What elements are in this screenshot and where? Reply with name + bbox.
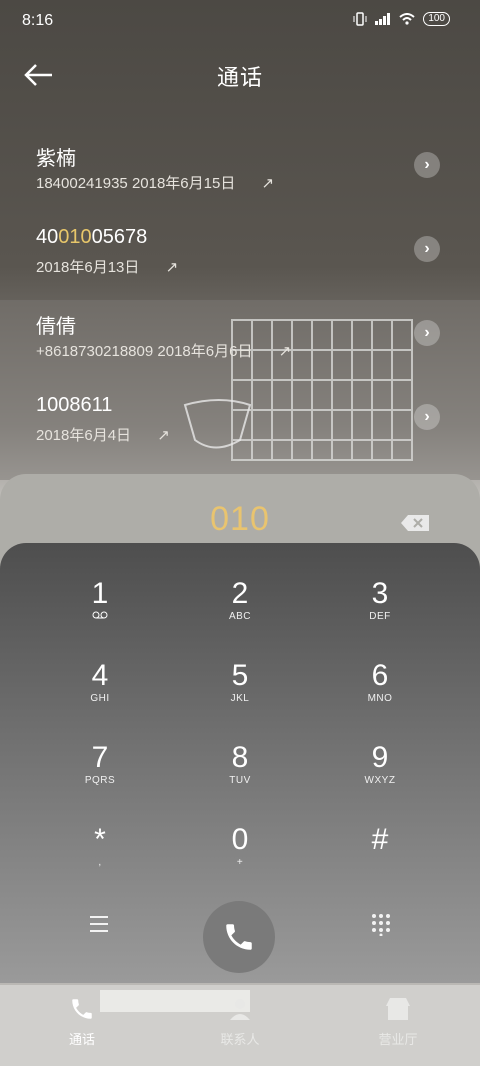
signal-icon	[375, 13, 391, 25]
key-3[interactable]: 3 DEF	[300, 575, 460, 657]
outgoing-arrow-icon: ↗	[157, 427, 170, 444]
bottom-nav: 通话 联系人 营业厅	[0, 984, 480, 1066]
key-letters: TUV	[229, 775, 251, 786]
matched-digits: 010	[58, 226, 92, 248]
outgoing-arrow-icon: ↗	[261, 175, 275, 192]
dialpad-icon[interactable]	[370, 912, 392, 936]
key-digit: 0	[231, 823, 249, 856]
clock: 8:16	[22, 12, 54, 29]
key-digit: #	[371, 823, 389, 856]
call-date: 2018年6月4日	[36, 427, 132, 444]
contact-name: 4001005678	[36, 226, 147, 249]
header: 通话	[0, 52, 480, 98]
wifi-icon	[399, 13, 415, 25]
call-meta: +8618730218809 2018年6月6日 ↗	[36, 340, 291, 361]
key-9[interactable]: 9 WXYZ	[300, 739, 460, 821]
page-title: 通话	[216, 65, 263, 90]
key-digit: 7	[91, 741, 109, 774]
store-icon	[386, 998, 410, 1020]
phone-number: +8618730218809	[36, 343, 154, 360]
call-row[interactable]: 1008611 2018年6月4日 ↗ ›	[0, 382, 480, 462]
key-letters: MNO	[367, 693, 393, 704]
key-2[interactable]: 2 ABC	[160, 575, 320, 657]
outgoing-arrow-icon: ↗	[165, 259, 179, 276]
key-letters: ,	[98, 857, 102, 868]
key-star[interactable]: * ,	[20, 821, 180, 903]
nav-service-hall[interactable]: 营业厅	[338, 996, 458, 1048]
key-letters: ABC	[228, 611, 252, 622]
key-4[interactable]: 4 GHI	[20, 657, 180, 739]
details-chevron-icon[interactable]: ›	[414, 152, 440, 178]
key-letters: JKL	[230, 693, 250, 704]
call-row[interactable]: 紫楠 18400241935 2018年6月15日 ↗ ›	[0, 130, 480, 210]
key-digit: 5	[231, 659, 249, 692]
status-bar: 8:16 100	[0, 0, 480, 44]
call-meta: 18400241935 2018年6月15日 ↗	[36, 172, 274, 193]
backspace-icon[interactable]	[400, 514, 430, 532]
details-chevron-icon[interactable]: ›	[414, 320, 440, 346]
nav-label: 通话	[68, 1032, 95, 1047]
key-digit: 4	[91, 659, 109, 692]
key-letters: +	[236, 857, 244, 868]
key-0[interactable]: 0 +	[160, 821, 320, 903]
key-digit: 3	[371, 577, 389, 610]
nav-label: 联系人	[220, 1032, 260, 1047]
key-digit: 2	[231, 577, 249, 610]
key-digit: 8	[231, 741, 249, 774]
outgoing-arrow-icon: ↗	[278, 343, 292, 360]
call-row[interactable]: 4001005678 2018年6月13日 ↗ ›	[0, 214, 480, 294]
key-digit: *	[94, 823, 106, 856]
key-letters: WXYZ	[364, 775, 396, 786]
call-date: 2018年6月6日	[157, 343, 253, 360]
phone-icon	[226, 924, 252, 950]
vibrate-icon	[353, 12, 367, 26]
key-6[interactable]: 6 MNO	[300, 657, 460, 739]
contact-name: 紫楠	[36, 148, 76, 170]
nav-calls[interactable]: 通话	[22, 996, 142, 1048]
call-meta: 2018年6月4日 ↗	[36, 424, 170, 445]
number-part: 05678	[91, 226, 148, 248]
key-digit: 6	[371, 659, 389, 692]
key-1[interactable]: 1	[20, 575, 180, 657]
key-letters: GHI	[90, 693, 110, 704]
details-chevron-icon[interactable]: ›	[414, 404, 440, 430]
contacts-icon	[230, 999, 250, 1020]
voicemail-icon	[20, 611, 180, 622]
call-button[interactable]	[203, 901, 275, 973]
key-5[interactable]: 5 JKL	[160, 657, 320, 739]
key-letters: DEF	[369, 611, 391, 622]
phone-number: 18400241935	[36, 175, 128, 192]
number-part: 40	[36, 226, 59, 248]
nav-contacts[interactable]: 联系人	[180, 996, 300, 1048]
details-chevron-icon[interactable]: ›	[414, 236, 440, 262]
phone-tab-icon	[72, 999, 92, 1019]
key-digit: 1	[91, 577, 109, 610]
key-letters: PQRS	[84, 775, 116, 786]
key-8[interactable]: 8 TUV	[160, 739, 320, 821]
call-row[interactable]: 倩倩 +8618730218809 2018年6月6日 ↗ ›	[0, 298, 480, 378]
key-digit: 9	[371, 741, 389, 774]
status-icons: 100	[353, 12, 450, 26]
contact-name: 倩倩	[36, 316, 76, 338]
call-meta: 2018年6月13日 ↗	[36, 256, 178, 277]
call-date: 2018年6月15日	[131, 175, 236, 192]
key-7[interactable]: 7 PQRS	[20, 739, 180, 821]
menu-icon[interactable]	[88, 914, 110, 934]
battery-icon: 100	[423, 12, 450, 26]
call-date: 2018年6月13日	[36, 259, 140, 276]
nav-label: 营业厅	[378, 1032, 418, 1047]
contact-name: 1008611	[36, 394, 113, 416]
key-hash[interactable]: #	[300, 821, 460, 903]
